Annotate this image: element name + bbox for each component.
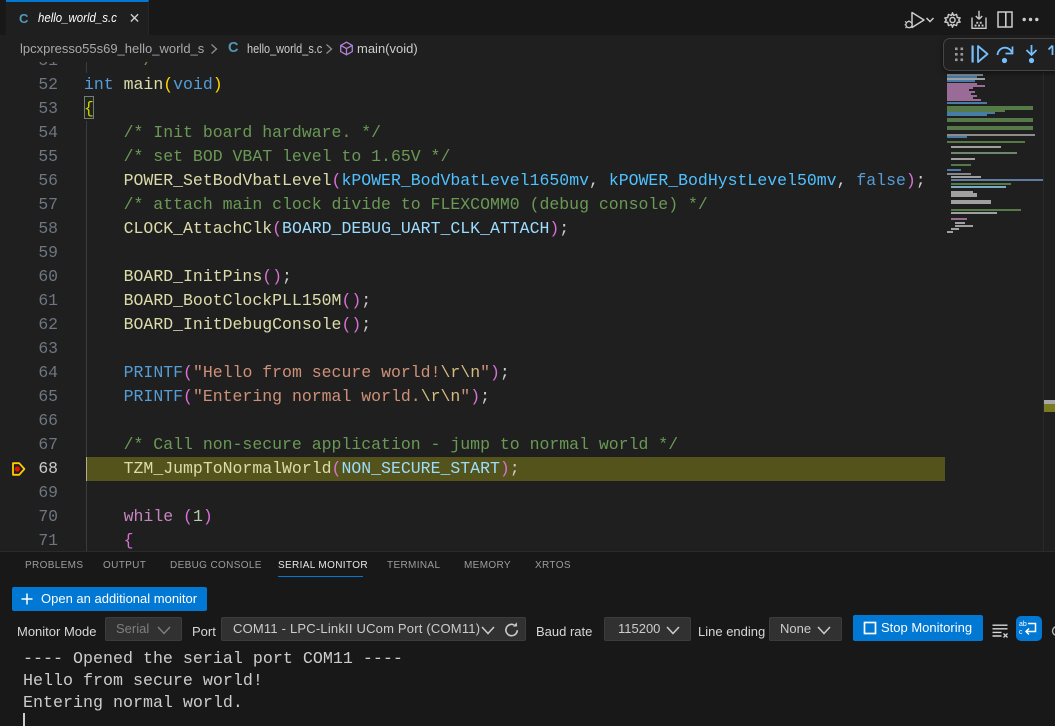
svg-text:ab: ab	[1019, 621, 1027, 628]
svg-text:c: c	[1019, 629, 1023, 636]
